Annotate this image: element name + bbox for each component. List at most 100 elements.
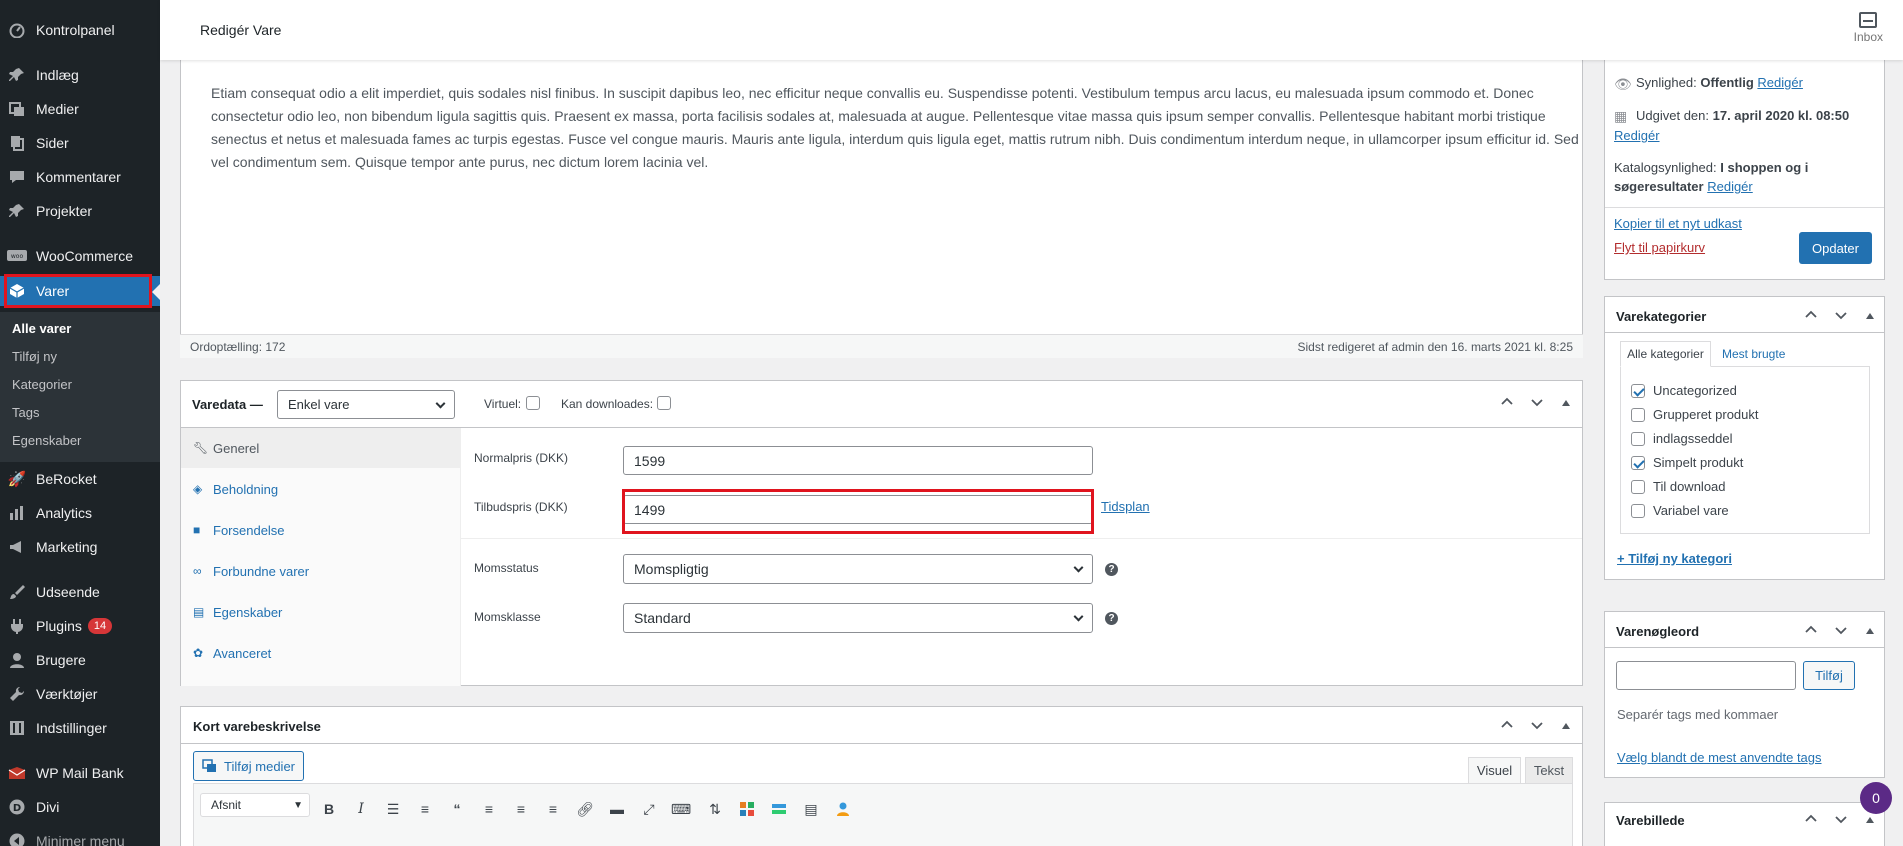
submenu-categories[interactable]: Kategorier — [12, 377, 72, 392]
sidebar-item-media[interactable]: Medier — [0, 94, 160, 124]
submenu-attributes[interactable]: Egenskaber — [12, 433, 81, 448]
toggle-panel-icon[interactable] — [1561, 396, 1571, 411]
sidebar-item-divi[interactable]: D Divi — [0, 792, 160, 822]
move-down-icon[interactable] — [1835, 813, 1847, 828]
kitchen-sink-icon[interactable]: ⇅ — [704, 798, 726, 820]
sidebar-item-analytics[interactable]: Analytics — [0, 498, 160, 528]
help-icon[interactable]: ? — [1105, 563, 1118, 576]
move-down-icon[interactable] — [1531, 396, 1543, 411]
user-lock-icon[interactable] — [832, 798, 854, 820]
tab-text[interactable]: Tekst — [1525, 757, 1573, 783]
tab-advanced[interactable]: ✿ Avanceret — [181, 633, 461, 673]
shortcode-grid-icon[interactable] — [736, 798, 758, 820]
fullscreen-icon[interactable]: ⤢ — [638, 798, 660, 820]
align-right-icon[interactable]: ≡ — [542, 798, 564, 820]
submenu-add-new[interactable]: Tilføj ny — [12, 349, 57, 364]
sidebar-item-collapse[interactable]: Minimer menu — [0, 826, 160, 846]
category-checkbox[interactable] — [1631, 503, 1645, 518]
tag-input[interactable] — [1616, 661, 1796, 690]
layout-icon[interactable] — [768, 798, 790, 820]
help-icon[interactable]: ? — [1105, 612, 1118, 625]
choose-tags-link[interactable]: Vælg blandt de mest anvendte tags — [1617, 750, 1822, 765]
tab-linked-products[interactable]: ∞ Forbundne varer — [181, 551, 461, 591]
tab-visual[interactable]: Visuel — [1468, 757, 1521, 783]
toggle-panel-icon[interactable] — [1865, 624, 1875, 639]
format-select[interactable]: Afsnit ▼ — [200, 793, 310, 817]
product-type-select[interactable]: Enkel vare — [277, 390, 455, 419]
category-item[interactable]: indlagsseddel — [1631, 431, 1733, 446]
tab-all-categories[interactable]: Alle kategorier — [1620, 341, 1711, 367]
tab-attributes[interactable]: ▤ Egenskaber — [181, 592, 461, 632]
toggle-panel-icon[interactable] — [1561, 719, 1571, 734]
quote-icon[interactable]: “ — [446, 798, 468, 820]
regular-price-input[interactable]: 1599 — [623, 446, 1093, 475]
move-down-icon[interactable] — [1835, 309, 1847, 324]
category-checkbox[interactable] — [1631, 479, 1645, 494]
align-center-icon[interactable]: ≡ — [510, 798, 532, 820]
sidebar-item-posts[interactable]: Indlæg — [0, 60, 160, 90]
numbered-list-icon[interactable]: ≡ — [414, 798, 436, 820]
move-up-icon[interactable] — [1501, 719, 1513, 734]
tab-inventory[interactable]: ◈ Beholdning — [181, 469, 461, 509]
copy-draft-link[interactable]: Kopier til et nyt udkast — [1614, 216, 1742, 231]
move-up-icon[interactable] — [1805, 624, 1817, 639]
published-edit-link[interactable]: Redigér — [1614, 128, 1660, 143]
visibility-edit-link[interactable]: Redigér — [1757, 75, 1803, 90]
category-checkbox[interactable] — [1631, 431, 1645, 446]
inbox-button[interactable]: Inbox — [1854, 12, 1883, 44]
editor-content[interactable]: Etiam consequat odio a elit imperdiet, q… — [211, 82, 1581, 174]
add-tag-button[interactable]: Tilføj — [1803, 661, 1855, 690]
keyboard-icon[interactable]: ⌨ — [670, 798, 692, 820]
sidebar-item-pages[interactable]: Sider — [0, 128, 160, 158]
bullet-list-icon[interactable]: ☰ — [382, 798, 404, 820]
sidebar-item-comments[interactable]: Kommentarer — [0, 162, 160, 192]
sidebar-item-dashboard[interactable]: Kontrolpanel — [0, 15, 160, 45]
sidebar-item-projects[interactable]: Projekter — [0, 196, 160, 226]
notification-bubble[interactable]: 0 — [1860, 782, 1892, 814]
category-item[interactable]: Uncategorized — [1631, 383, 1737, 398]
schedule-link[interactable]: Tidsplan — [1101, 499, 1150, 514]
tax-class-select[interactable]: Standard — [623, 603, 1093, 633]
submenu-tags[interactable]: Tags — [12, 405, 39, 420]
toggle-panel-icon[interactable] — [1865, 309, 1875, 324]
category-item[interactable]: Variabel vare — [1631, 503, 1729, 518]
bold-icon[interactable]: B — [318, 798, 340, 820]
sidebar-item-woocommerce[interactable]: woo WooCommerce — [0, 241, 160, 271]
sidebar-item-users[interactable]: Brugere — [0, 645, 160, 675]
read-more-icon[interactable]: ▬ — [606, 798, 628, 820]
tab-shipping[interactable]: ■ Forsendelse — [181, 510, 461, 550]
category-checkbox[interactable] — [1631, 455, 1645, 470]
trash-link[interactable]: Flyt til papirkurv — [1614, 240, 1705, 255]
move-up-icon[interactable] — [1501, 396, 1513, 411]
italic-icon[interactable]: I — [350, 798, 372, 820]
move-down-icon[interactable] — [1835, 624, 1847, 639]
move-up-icon[interactable] — [1805, 309, 1817, 324]
move-up-icon[interactable] — [1805, 813, 1817, 828]
sidebar-item-appearance[interactable]: Udseende — [0, 577, 160, 607]
sidebar-item-wp-mail-bank[interactable]: WP Mail Bank — [0, 758, 160, 788]
add-category-link[interactable]: + Tilføj ny kategori — [1617, 551, 1732, 566]
tab-most-used[interactable]: Mest brugte — [1722, 347, 1785, 361]
sidebar-item-settings[interactable]: Indstillinger — [0, 713, 160, 743]
sidebar-item-tools[interactable]: Værktøjer — [0, 679, 160, 709]
table-icon[interactable]: ▤ — [800, 798, 822, 820]
category-item[interactable]: Grupperet produkt — [1631, 407, 1759, 422]
update-button[interactable]: Opdater — [1799, 232, 1872, 264]
move-down-icon[interactable] — [1531, 719, 1543, 734]
sidebar-item-plugins[interactable]: Plugins 14 — [0, 611, 160, 641]
align-left-icon[interactable]: ≡ — [478, 798, 500, 820]
link-icon[interactable]: 🔗︎ — [574, 798, 596, 820]
tax-status-select[interactable]: Momspligtig — [623, 554, 1093, 584]
category-checkbox[interactable] — [1631, 383, 1645, 398]
downloadable-checkbox[interactable] — [657, 396, 671, 410]
tab-general[interactable]: 🔧︎ Generel — [181, 428, 461, 468]
category-item[interactable]: Til download — [1631, 479, 1726, 494]
add-media-button[interactable]: Tilføj medier — [193, 751, 304, 781]
virtual-checkbox[interactable] — [526, 396, 540, 410]
category-item[interactable]: Simpelt produkt — [1631, 455, 1743, 470]
sidebar-item-marketing[interactable]: Marketing — [0, 532, 160, 562]
toggle-panel-icon[interactable] — [1865, 813, 1875, 828]
category-checkbox[interactable] — [1631, 407, 1645, 422]
sidebar-item-berocket[interactable]: 🚀 BeRocket — [0, 464, 160, 494]
catalog-edit-link[interactable]: Redigér — [1707, 179, 1753, 194]
